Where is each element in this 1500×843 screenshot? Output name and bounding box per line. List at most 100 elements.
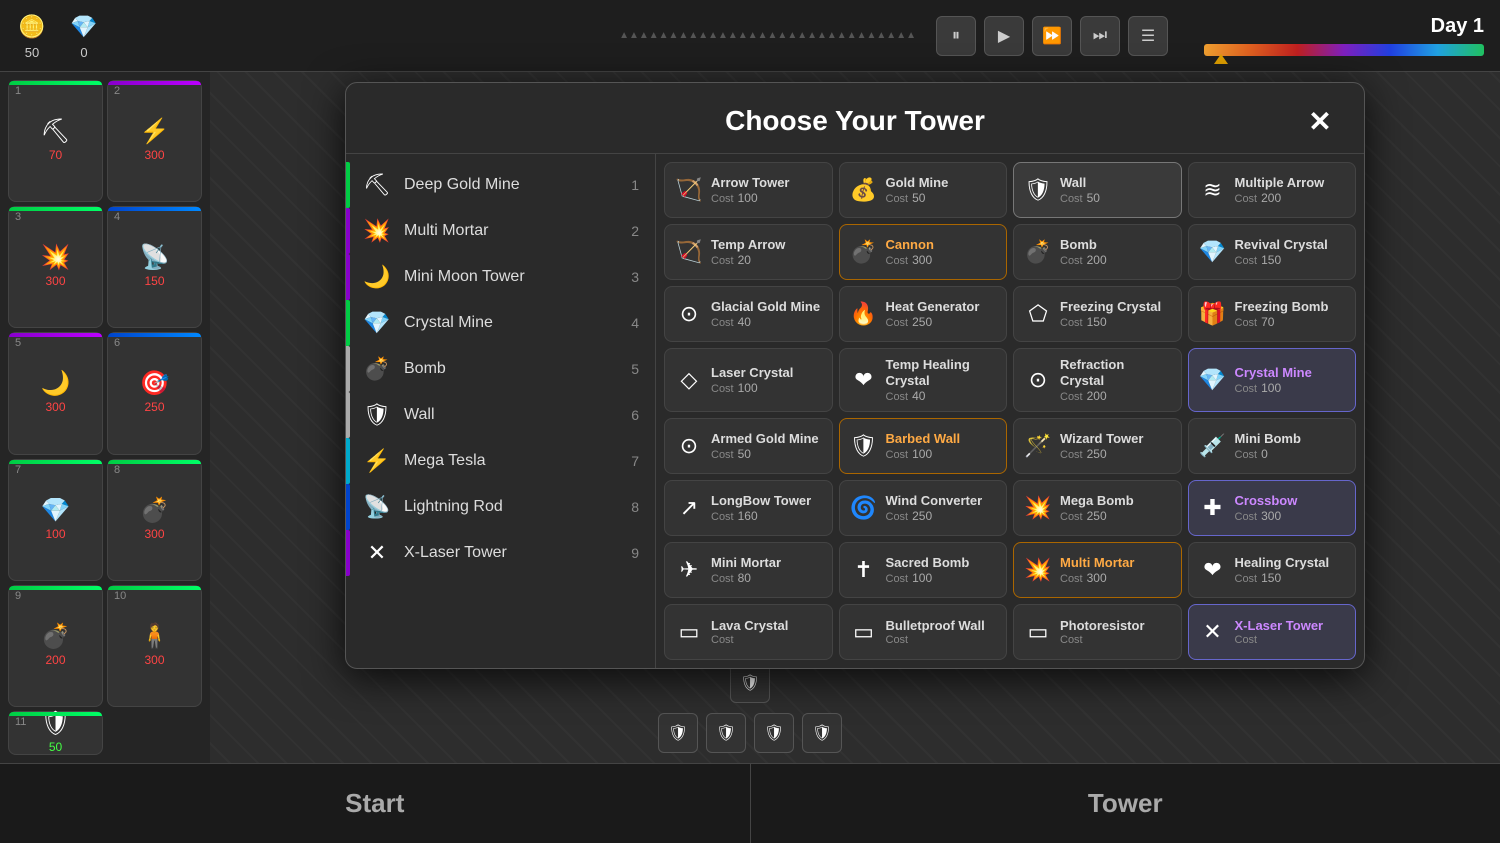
list-item-wall[interactable]: 🛡 Wall 6 xyxy=(346,392,655,438)
gold-value: 50 xyxy=(25,45,39,60)
card-name-glacial-gold-mine: Glacial Gold Mine xyxy=(711,299,820,315)
card-name-healing-crystal: Healing Crystal xyxy=(1235,555,1330,571)
card-barbed-wall[interactable]: 🛡 Barbed Wall Cost 100 xyxy=(839,418,1008,474)
list-item-lightning-rod[interactable]: 📡 Lightning Rod 8 xyxy=(346,484,655,530)
card-cost-temp-healing-crystal: 40 xyxy=(912,389,925,403)
card-refraction-crystal[interactable]: ⊙ Refraction Crystal Cost 200 xyxy=(1013,348,1182,412)
sidebar-slot-3[interactable]: 3 💥 300 xyxy=(8,206,103,328)
card-crossbow[interactable]: ✚ Crossbow Cost 300 xyxy=(1188,480,1357,536)
sidebar-slot-7[interactable]: 7 💎 100 xyxy=(8,459,103,581)
list-item-deep-gold-mine[interactable]: ⛏ Deep Gold Mine 1 xyxy=(346,162,655,208)
sidebar-slot-6[interactable]: 6 🎯 250 xyxy=(107,332,202,454)
card-bomb[interactable]: 💣 Bomb Cost 200 xyxy=(1013,224,1182,280)
sidebar-slot-5[interactable]: 5 🌙 300 xyxy=(8,332,103,454)
card-mini-mortar[interactable]: ✈ Mini Mortar Cost 80 xyxy=(664,542,833,598)
slot-cost-6: 250 xyxy=(144,400,164,414)
card-name-bulletproof-wall: Bulletproof Wall xyxy=(886,618,985,634)
slot-cost-2: 300 xyxy=(144,148,164,162)
card-name-temp-arrow: Temp Arrow xyxy=(711,237,785,253)
list-icon-7: ⚡ xyxy=(362,448,392,474)
list-name-1: Deep Gold Mine xyxy=(404,176,619,194)
fastest-button[interactable]: ⏭ xyxy=(1080,16,1120,56)
sidebar-slot-11[interactable]: 11 🛡 50 xyxy=(8,711,103,755)
slot-bar-4 xyxy=(108,207,201,211)
list-name-6: Wall xyxy=(404,406,619,424)
card-multi-mortar[interactable]: 💥 Multi Mortar Cost 300 xyxy=(1013,542,1182,598)
list-icon-6: 🛡 xyxy=(362,402,392,428)
slot-icon-4: 📡 xyxy=(140,246,170,270)
card-cost-arrow-tower: 100 xyxy=(738,191,758,205)
card-name-freezing-bomb: Freezing Bomb xyxy=(1235,299,1329,315)
list-indicator-2 xyxy=(346,208,350,254)
card-cost-cannon: 300 xyxy=(912,253,932,267)
card-armed-gold-mine[interactable]: ⊙ Armed Gold Mine Cost 50 xyxy=(664,418,833,474)
card-crystal-mine[interactable]: 💎 Crystal Mine Cost 100 xyxy=(1188,348,1357,412)
card-sacred-bomb[interactable]: ✝ Sacred Bomb Cost 100 xyxy=(839,542,1008,598)
card-heat-generator[interactable]: 🔥 Heat Generator Cost 250 xyxy=(839,286,1008,342)
list-item-multi-mortar[interactable]: 💥 Multi Mortar 2 xyxy=(346,208,655,254)
card-cost-crystal-mine: 100 xyxy=(1261,381,1281,395)
list-item-bomb[interactable]: 💣 Bomb 5 xyxy=(346,346,655,392)
card-laser-crystal[interactable]: ◇ Laser Crystal Cost 100 xyxy=(664,348,833,412)
card-lava-crystal[interactable]: ▭ Lava Crystal Cost xyxy=(664,604,833,660)
slot-cost-3: 300 xyxy=(45,274,65,288)
modal-overlay: Choose Your Tower ✕ ⛏ Deep Gold Mine 1 💥… xyxy=(210,72,1500,763)
fast-forward-button[interactable]: ⏩ xyxy=(1032,16,1072,56)
menu-button[interactable]: ☰ xyxy=(1128,16,1168,56)
pause-button[interactable]: ⏸ xyxy=(936,16,976,56)
card-cost-longbow-tower: 160 xyxy=(738,509,758,523)
card-name-barbed-wall: Barbed Wall xyxy=(886,431,961,447)
card-photoresistor[interactable]: ▭ Photoresistor Cost xyxy=(1013,604,1182,660)
card-mega-bomb[interactable]: 💥 Mega Bomb Cost 250 xyxy=(1013,480,1182,536)
play-button[interactable]: ▶ xyxy=(984,16,1024,56)
card-freezing-crystal[interactable]: ⬠ Freezing Crystal Cost 150 xyxy=(1013,286,1182,342)
card-arrow-tower[interactable]: 🏹 Arrow Tower Cost 100 xyxy=(664,162,833,218)
card-name-lava-crystal: Lava Crystal xyxy=(711,618,788,634)
tower-button[interactable]: Tower xyxy=(751,764,1500,843)
card-wall[interactable]: 🛡 Wall Cost 50 xyxy=(1013,162,1182,218)
day-progress-indicator xyxy=(1214,54,1228,64)
card-name-multi-mortar: Multi Mortar xyxy=(1060,555,1134,571)
card-healing-crystal[interactable]: ❤ Healing Crystal Cost 150 xyxy=(1188,542,1357,598)
list-icon-4: 💎 xyxy=(362,310,392,336)
modal-close-button[interactable]: ✕ xyxy=(1300,101,1340,141)
sidebar-slot-2[interactable]: 2 ⚡ 300 xyxy=(107,80,202,202)
card-cannon[interactable]: 💣 Cannon Cost 300 xyxy=(839,224,1008,280)
slot-icon-5: 🌙 xyxy=(41,372,71,396)
list-indicator-4 xyxy=(346,300,350,346)
sidebar-slot-9[interactable]: 9 💣 200 xyxy=(8,585,103,707)
card-revival-crystal[interactable]: 💎 Revival Crystal Cost 150 xyxy=(1188,224,1357,280)
list-item-crystal-mine[interactable]: 💎 Crystal Mine 4 xyxy=(346,300,655,346)
list-icon-8: 📡 xyxy=(362,494,392,520)
card-cost-revival-crystal: 150 xyxy=(1261,253,1281,267)
list-item-x-laser-tower[interactable]: ✕ X-Laser Tower 9 xyxy=(346,530,655,576)
card-longbow-tower[interactable]: ↗ LongBow Tower Cost 160 xyxy=(664,480,833,536)
list-item-mega-tesla[interactable]: ⚡ Mega Tesla 7 xyxy=(346,438,655,484)
sidebar-slot-8[interactable]: 8 💣 300 xyxy=(107,459,202,581)
card-icon-temp-healing-crystal: ❤ xyxy=(850,367,878,393)
card-mini-bomb[interactable]: 💉 Mini Bomb Cost 0 xyxy=(1188,418,1357,474)
card-icon-wizard-tower: 🪄 xyxy=(1024,433,1052,459)
slot-icon-3: 💥 xyxy=(41,246,71,270)
card-temp-arrow[interactable]: 🏹 Temp Arrow Cost 20 xyxy=(664,224,833,280)
card-gold-mine[interactable]: 💰 Gold Mine Cost 50 xyxy=(839,162,1008,218)
gold-resource: 🪙 50 xyxy=(16,11,48,60)
card-cost-freezing-bomb: 70 xyxy=(1261,315,1274,329)
card-bulletproof-wall[interactable]: ▭ Bulletproof Wall Cost xyxy=(839,604,1008,660)
card-cost-wall: 50 xyxy=(1087,191,1100,205)
card-freezing-bomb[interactable]: 🎁 Freezing Bomb Cost 70 xyxy=(1188,286,1357,342)
crystal-icon: 💎 xyxy=(68,11,100,43)
slot-bar-1 xyxy=(9,81,102,85)
sidebar-slot-4[interactable]: 4 📡 150 xyxy=(107,206,202,328)
sidebar-slot-1[interactable]: 1 ⛏ 70 xyxy=(8,80,103,202)
card-temp-healing-crystal[interactable]: ❤ Temp Healing Crystal Cost 40 xyxy=(839,348,1008,412)
card-x-laser-tower[interactable]: ✕ X-Laser Tower Cost xyxy=(1188,604,1357,660)
slot-icon-2: ⚡ xyxy=(140,120,170,144)
list-item-mini-moon-tower[interactable]: 🌙 Mini Moon Tower 3 xyxy=(346,254,655,300)
sidebar-slot-10[interactable]: 10 🧍 300 xyxy=(107,585,202,707)
card-multiple-arrow[interactable]: ≋ Multiple Arrow Cost 200 xyxy=(1188,162,1357,218)
card-glacial-gold-mine[interactable]: ⊙ Glacial Gold Mine Cost 40 xyxy=(664,286,833,342)
start-button[interactable]: Start xyxy=(0,764,751,843)
card-wizard-tower[interactable]: 🪄 Wizard Tower Cost 250 xyxy=(1013,418,1182,474)
card-wind-converter[interactable]: 🌀 Wind Converter Cost 250 xyxy=(839,480,1008,536)
